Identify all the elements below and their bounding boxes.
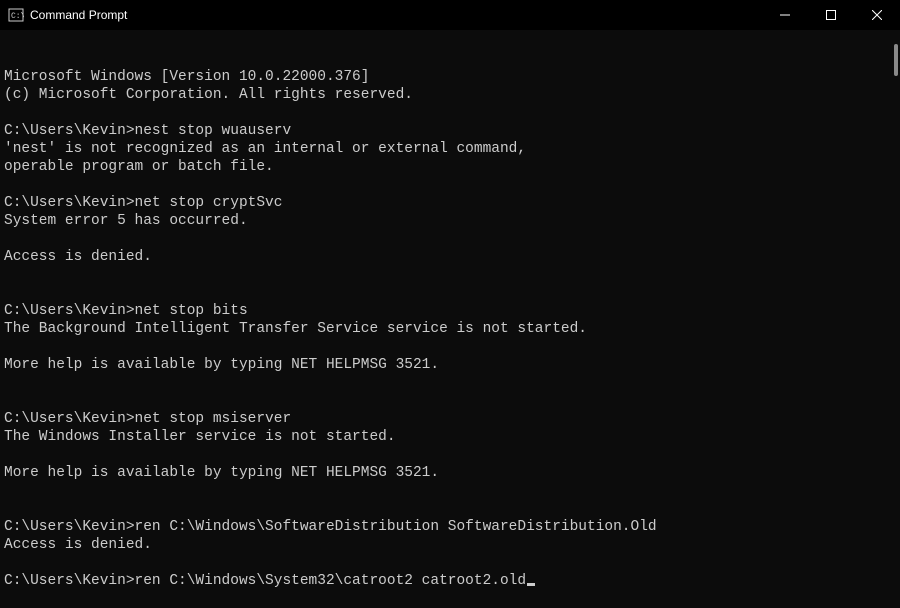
window-controls <box>762 0 900 30</box>
cmd-icon: C:\ <box>8 7 24 23</box>
terminal-line: C:\Users\Kevin>ren C:\Windows\System32\c… <box>4 572 900 590</box>
terminal-line: The Background Intelligent Transfer Serv… <box>4 320 900 338</box>
cursor <box>527 583 535 586</box>
terminal-line: More help is available by typing NET HEL… <box>4 464 900 482</box>
terminal-line <box>4 338 900 356</box>
terminal-line <box>4 284 900 302</box>
terminal-line <box>4 392 900 410</box>
terminal-output[interactable]: Microsoft Windows [Version 10.0.22000.37… <box>0 30 900 562</box>
terminal-line <box>4 266 900 284</box>
titlebar: C:\ Command Prompt <box>0 0 900 30</box>
terminal-line: Access is denied. <box>4 248 900 266</box>
terminal-line: More help is available by typing NET HEL… <box>4 356 900 374</box>
terminal-line: C:\Users\Kevin>net stop msiserver <box>4 410 900 428</box>
terminal-line <box>4 176 900 194</box>
close-button[interactable] <box>854 0 900 30</box>
terminal-line: 'nest' is not recognized as an internal … <box>4 140 900 158</box>
terminal-line <box>4 230 900 248</box>
terminal-line <box>4 374 900 392</box>
terminal-line: (c) Microsoft Corporation. All rights re… <box>4 86 900 104</box>
terminal-line <box>4 554 900 572</box>
terminal-line: C:\Users\Kevin>nest stop wuauserv <box>4 122 900 140</box>
scrollbar-thumb[interactable] <box>894 44 898 76</box>
terminal-line: Access is denied. <box>4 536 900 554</box>
window-title: Command Prompt <box>30 8 762 22</box>
svg-text:C:\: C:\ <box>11 12 24 21</box>
terminal-line <box>4 446 900 464</box>
maximize-button[interactable] <box>808 0 854 30</box>
scrollbar[interactable] <box>889 32 898 558</box>
terminal-line: operable program or batch file. <box>4 158 900 176</box>
terminal-line <box>4 482 900 500</box>
minimize-button[interactable] <box>762 0 808 30</box>
terminal-line <box>4 104 900 122</box>
terminal-line: C:\Users\Kevin>net stop cryptSvc <box>4 194 900 212</box>
terminal-line: C:\Users\Kevin>ren C:\Windows\SoftwareDi… <box>4 518 900 536</box>
terminal-line: C:\Users\Kevin>net stop bits <box>4 302 900 320</box>
terminal-line: The Windows Installer service is not sta… <box>4 428 900 446</box>
terminal-line: System error 5 has occurred. <box>4 212 900 230</box>
terminal-line <box>4 500 900 518</box>
terminal-line: Microsoft Windows [Version 10.0.22000.37… <box>4 68 900 86</box>
